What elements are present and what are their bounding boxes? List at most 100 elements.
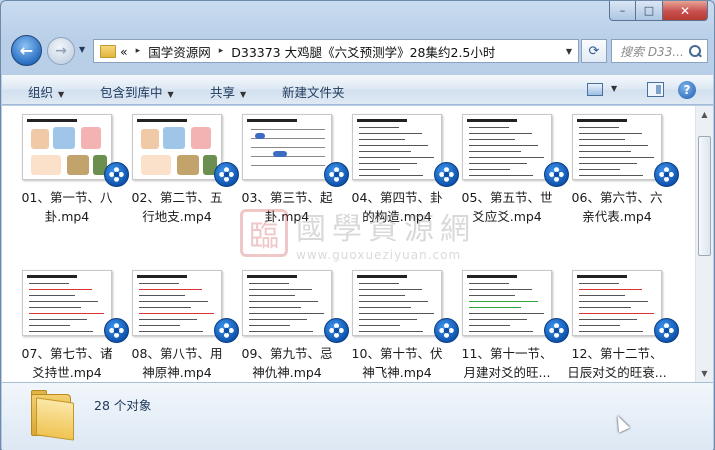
file-name: 11、第十一节、 月建对爻的旺... — [450, 344, 564, 382]
file-name-line: 12、第十二节、 — [571, 346, 663, 361]
file-name: 03、第三节、起 卦.mp4 — [230, 188, 344, 226]
scrollbar-thumb[interactable] — [698, 136, 711, 256]
file-name-line: 日辰对爻的旺衰... — [567, 365, 667, 380]
file-name-line: 05、第五节、世 — [461, 190, 553, 205]
file-name: 06、第六节、六 亲代表.mp4 — [560, 188, 674, 226]
file-name: 02、第二节、五 行地支.mp4 — [120, 188, 234, 226]
address-overflow[interactable]: « — [120, 44, 128, 59]
media-player-icon — [324, 318, 349, 343]
minimize-button[interactable]: – — [609, 1, 636, 21]
video-thumbnail — [22, 114, 112, 180]
file-name-line: 卦.mp4 — [264, 209, 310, 224]
file-name: 09、第九节、忌 神仇神.mp4 — [230, 344, 344, 382]
video-thumbnail — [242, 114, 332, 180]
media-player-icon — [104, 318, 129, 343]
video-thumbnail — [22, 270, 112, 336]
media-player-icon — [434, 162, 459, 187]
address-dropdown[interactable]: ▼ — [560, 47, 578, 56]
file-grid: 01、第一节、八 卦.mp4 02、第二节、五 行地支.mp4 03、第三节、起 卦.mp… — [2, 106, 692, 382]
file-name: 10、第十节、伏 神飞神.mp4 — [340, 344, 454, 382]
organize-menu[interactable]: 组织 ▼ — [28, 82, 64, 101]
video-thumbnail — [242, 270, 332, 336]
media-player-icon — [434, 318, 459, 343]
back-button[interactable]: ← — [11, 35, 42, 66]
file-name-line: 04、第四节、卦 — [351, 190, 443, 205]
file-name-line: 10、第十节、伏 — [351, 346, 443, 361]
explorer-window: – □ ✕ ← → ▼ « ▸ 国学资源网 ▸ D33373 大鸡腿《六爻预测学… — [0, 0, 715, 450]
breadcrumb-separator[interactable]: ▸ — [136, 46, 141, 56]
video-thumbnail — [462, 114, 552, 180]
share-label: 共享 — [210, 85, 236, 100]
folder-icon — [100, 44, 116, 58]
file-name: 04、第四节、卦 的构造.mp4 — [340, 188, 454, 226]
command-bar: 组织 ▼ 包含到库中 ▼ 共享 ▼ 新建文件夹 ▼ ? — [2, 74, 713, 105]
close-button[interactable]: ✕ — [663, 1, 708, 21]
file-name-line: 神仇神.mp4 — [252, 365, 322, 380]
file-name-line: 行地支.mp4 — [142, 209, 212, 224]
change-view-icon[interactable] — [587, 83, 603, 96]
file-name-line: 爻应爻.mp4 — [472, 209, 542, 224]
caption-buttons: – □ ✕ — [609, 1, 708, 21]
file-name-line: 07、第七节、诸 — [21, 346, 113, 361]
folder-icon — [29, 390, 75, 441]
file-name-line: 02、第二节、五 — [131, 190, 223, 205]
vertical-scrollbar[interactable]: ▲ ▼ — [695, 106, 713, 382]
video-thumbnail — [462, 270, 552, 336]
arrow-right-icon: → — [55, 43, 67, 59]
media-player-icon — [324, 162, 349, 187]
refresh-icon: ⟳ — [588, 43, 600, 59]
breadcrumb-item-root[interactable]: 国学资源网 — [148, 42, 211, 61]
scroll-up-arrow[interactable]: ▲ — [696, 106, 713, 123]
breadcrumb-separator[interactable]: ▸ — [219, 46, 224, 56]
mouse-cursor-icon — [612, 413, 630, 433]
file-name: 08、第八节、用 神原神.mp4 — [120, 344, 234, 382]
recent-pages-dropdown[interactable]: ▼ — [79, 45, 85, 54]
video-thumbnail — [352, 270, 442, 336]
arrow-left-icon: ← — [19, 41, 34, 60]
search-icon[interactable] — [687, 44, 703, 60]
help-icon[interactable]: ? — [678, 81, 696, 99]
organize-label: 组织 — [28, 85, 54, 100]
search-input[interactable]: 搜索 D33... — [611, 39, 708, 63]
file-list-area: 01、第一节、八 卦.mp4 02、第二节、五 行地支.mp4 03、第三节、起 卦.mp… — [2, 106, 713, 382]
file-name: 01、第一节、八 卦.mp4 — [10, 188, 124, 226]
details-pane: 28 个对象 — [2, 382, 713, 450]
media-player-icon — [104, 162, 129, 187]
chevron-down-icon: ▼ — [240, 90, 247, 99]
video-thumbnail — [572, 270, 662, 336]
video-thumbnail — [132, 114, 222, 180]
view-dropdown[interactable]: ▼ — [611, 84, 617, 93]
file-name-line: 01、第一节、八 — [21, 190, 113, 205]
file-name-line: 03、第三节、起 — [241, 190, 333, 205]
search-placeholder: 搜索 D33... — [620, 44, 684, 59]
forward-button[interactable]: → — [47, 37, 75, 65]
file-name-line: 06、第六节、六 — [571, 190, 663, 205]
file-name: 05、第五节、世 爻应爻.mp4 — [450, 188, 564, 226]
preview-pane-icon[interactable] — [647, 82, 664, 97]
chevron-down-icon: ▼ — [167, 90, 174, 99]
address-bar[interactable]: « ▸ 国学资源网 ▸ D33373 大鸡腿《六爻预测学》28集约2.5小时 ▼ — [93, 39, 579, 63]
media-player-icon — [654, 162, 679, 187]
maximize-button[interactable]: □ — [636, 1, 663, 21]
item-count: 28 个对象 — [94, 398, 152, 413]
share-menu[interactable]: 共享 ▼ — [210, 82, 246, 101]
navigation-bar: ← → ▼ « ▸ 国学资源网 ▸ D33373 大鸡腿《六爻预测学》28集约2… — [9, 35, 708, 67]
refresh-button[interactable]: ⟳ — [581, 39, 607, 63]
file-name-line: 神原神.mp4 — [142, 365, 212, 380]
file-name-line: 月建对爻的旺... — [463, 365, 551, 380]
video-thumbnail — [572, 114, 662, 180]
media-player-icon — [654, 318, 679, 343]
video-thumbnail — [132, 270, 222, 336]
file-name-line: 卦.mp4 — [44, 209, 90, 224]
breadcrumb-item-current[interactable]: D33373 大鸡腿《六爻预测学》28集约2.5小时 — [231, 42, 495, 61]
scroll-down-arrow[interactable]: ▼ — [696, 365, 713, 382]
chevron-down-icon: ▼ — [58, 90, 65, 99]
file-name-line: 亲代表.mp4 — [582, 209, 652, 224]
include-in-library-menu[interactable]: 包含到库中 ▼ — [100, 82, 174, 101]
new-folder-button[interactable]: 新建文件夹 — [282, 82, 345, 101]
file-name-line: 11、第十一节、 — [461, 346, 553, 361]
file-name: 12、第十二节、 日辰对爻的旺衰... — [560, 344, 674, 382]
include-in-library-label: 包含到库中 — [100, 85, 163, 100]
file-name: 07、第七节、诸 爻持世.mp4 — [10, 344, 124, 382]
media-player-icon — [544, 318, 569, 343]
